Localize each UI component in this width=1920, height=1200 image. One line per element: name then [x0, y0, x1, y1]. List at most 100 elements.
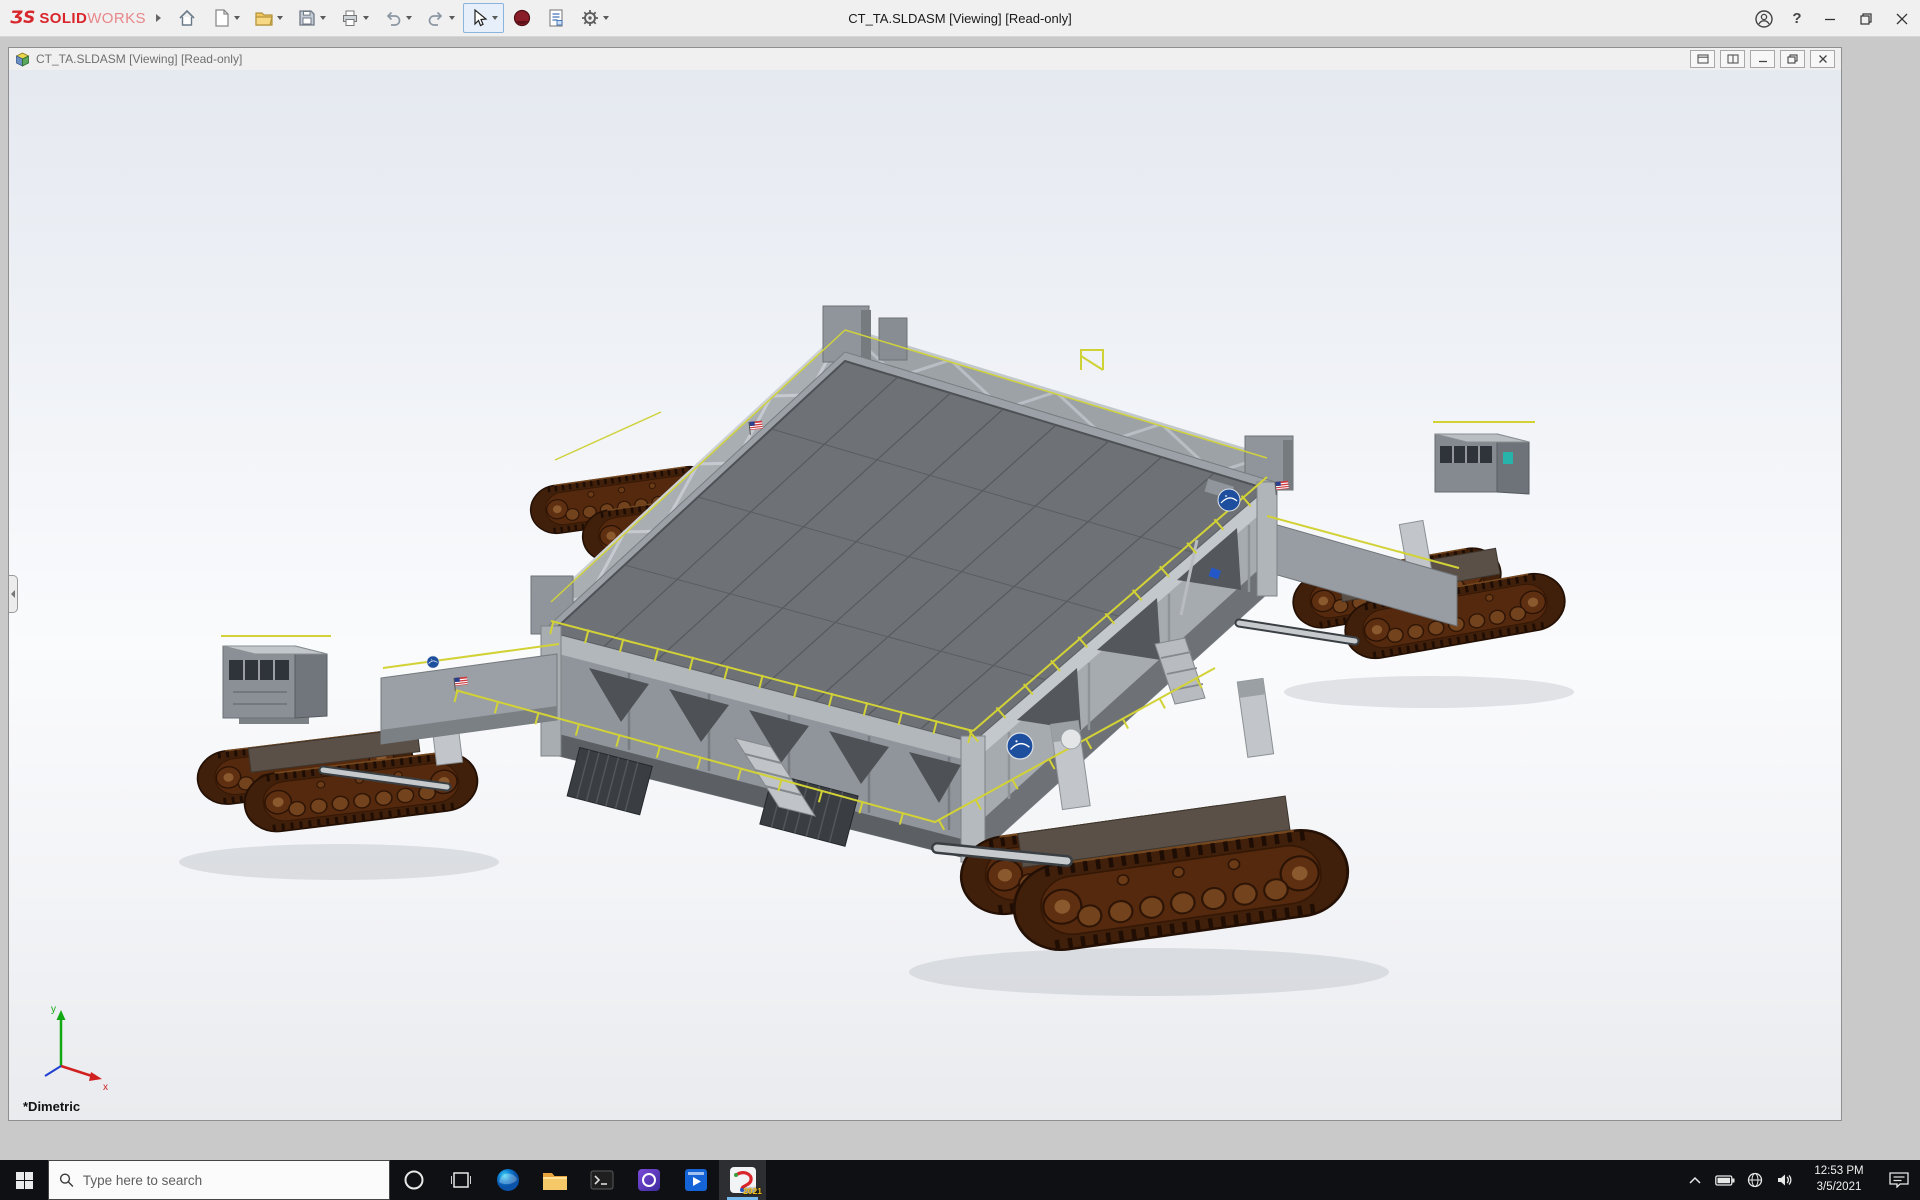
orientation-triad[interactable]: y x — [31, 998, 115, 1090]
ds-logo: ƷS — [10, 8, 35, 28]
network-globe-icon — [1747, 1172, 1763, 1188]
dropdown-arrow-icon[interactable] — [603, 16, 609, 20]
select-tool-button[interactable] — [463, 3, 504, 33]
app-icon-terminal[interactable] — [578, 1160, 625, 1200]
home-button[interactable] — [171, 3, 203, 33]
volume-control[interactable] — [1770, 1160, 1800, 1200]
dropdown-arrow-icon[interactable] — [406, 16, 412, 20]
doc-pane-button-2[interactable] — [1720, 50, 1745, 68]
dropdown-arrow-icon[interactable] — [277, 16, 283, 20]
dropdown-arrow-icon[interactable] — [234, 16, 240, 20]
pane-icon — [1697, 54, 1709, 64]
file-properties-button[interactable] — [540, 3, 572, 33]
clock-date: 3/5/2021 — [1817, 1180, 1862, 1196]
print-button[interactable] — [334, 3, 375, 33]
save-button[interactable] — [291, 3, 332, 33]
close-button[interactable] — [1884, 0, 1920, 37]
minimize-button[interactable] — [1812, 0, 1848, 37]
assembly-document-icon — [15, 52, 30, 67]
3d-viewport[interactable]: y x *Dimetric — [9, 70, 1841, 1120]
open-folder-icon — [254, 8, 274, 28]
close-icon — [1896, 13, 1908, 25]
gear-icon — [580, 8, 600, 28]
search-input[interactable] — [83, 1173, 379, 1188]
help-button[interactable]: ? — [1782, 0, 1812, 37]
3dexperience-button[interactable] — [506, 3, 538, 33]
triad-x-label: x — [103, 1082, 108, 1090]
windows-taskbar: 2021 12:53 PM 3/5/2021 — [0, 1160, 1920, 1200]
app-titlebar[interactable]: ƷS SOLIDWORKS — [0, 0, 1920, 37]
app-icon-media-player[interactable] — [625, 1160, 672, 1200]
document-window: CT_TA.SLDASM [Viewing] [Read-only] — [8, 47, 1842, 1121]
close-icon — [1818, 54, 1828, 64]
battery-icon — [1715, 1175, 1735, 1186]
workspace: CT_TA.SLDASM [Viewing] [Read-only] — [0, 37, 1920, 1160]
file-explorer-icon — [542, 1169, 568, 1191]
restore-icon — [1860, 13, 1872, 25]
model-left-cab[interactable] — [223, 646, 327, 724]
dropdown-arrow-icon[interactable] — [363, 16, 369, 20]
3dexperience-icon — [512, 8, 532, 28]
triad-y-label: y — [51, 1004, 56, 1015]
doc-minimize-button[interactable] — [1750, 50, 1775, 68]
new-document-button[interactable] — [205, 3, 246, 33]
panel-splitter-handle[interactable] — [9, 575, 18, 613]
file-properties-icon — [546, 8, 566, 28]
undo-button[interactable] — [377, 3, 418, 33]
action-center-button[interactable] — [1878, 1160, 1920, 1200]
doc-close-button[interactable] — [1810, 50, 1835, 68]
task-view-icon — [451, 1171, 471, 1189]
brand-solid: SOLID — [39, 10, 87, 27]
model-right-cab[interactable] — [1435, 434, 1529, 494]
window-controls: ? — [1746, 0, 1920, 37]
app-icon-solidworks[interactable]: 2021 — [719, 1160, 766, 1200]
account-button[interactable] — [1746, 0, 1782, 37]
taskbar-clock[interactable]: 12:53 PM 3/5/2021 — [1800, 1160, 1878, 1200]
battery-status[interactable] — [1710, 1160, 1740, 1200]
edge-icon — [495, 1167, 521, 1193]
taskbar-search[interactable] — [48, 1160, 390, 1200]
quick-access-toolbar — [171, 3, 615, 33]
doc-restore-button[interactable] — [1780, 50, 1805, 68]
system-tray: 12:53 PM 3/5/2021 — [1680, 1160, 1920, 1200]
solidworks-application: ƷS SOLIDWORKS — [0, 0, 1920, 1200]
dropdown-arrow-icon[interactable] — [320, 16, 326, 20]
restore-button[interactable] — [1848, 0, 1884, 37]
cortana-button[interactable] — [390, 1160, 437, 1200]
minimize-icon — [1824, 13, 1836, 25]
dropdown-arrow-icon[interactable] — [492, 16, 498, 20]
select-cursor-icon — [469, 8, 489, 28]
open-button[interactable] — [248, 3, 289, 33]
view-orientation-label: *Dimetric — [23, 1099, 80, 1114]
app-icon-edge[interactable] — [484, 1160, 531, 1200]
doc-pane-button-1[interactable] — [1690, 50, 1715, 68]
network-status[interactable] — [1740, 1160, 1770, 1200]
app-icon-video[interactable] — [672, 1160, 719, 1200]
document-title: CT_TA.SLDASM [Viewing] [Read-only] — [36, 52, 242, 66]
crawler-transporter-model[interactable] — [9, 70, 1841, 1120]
chevron-up-icon — [1689, 1176, 1701, 1184]
start-button[interactable] — [0, 1160, 48, 1200]
options-button[interactable] — [574, 3, 615, 33]
task-view-button[interactable] — [437, 1160, 484, 1200]
hidden-icons-button[interactable] — [1680, 1160, 1710, 1200]
clock-time: 12:53 PM — [1814, 1164, 1863, 1180]
search-icon — [59, 1172, 74, 1188]
restore-icon — [1787, 54, 1798, 64]
app-icon-file-explorer[interactable] — [531, 1160, 578, 1200]
collapse-arrow-icon — [11, 590, 15, 598]
redo-icon — [426, 8, 446, 28]
media-player-icon — [637, 1168, 661, 1192]
redo-button[interactable] — [420, 3, 461, 33]
cortana-icon — [403, 1169, 425, 1191]
minimize-icon — [1758, 54, 1768, 64]
new-document-icon — [211, 8, 231, 28]
solidworks-logo: ƷS SOLIDWORKS — [10, 8, 146, 28]
user-account-icon — [1754, 9, 1774, 29]
dropdown-arrow-icon[interactable] — [449, 16, 455, 20]
document-titlebar[interactable]: CT_TA.SLDASM [Viewing] [Read-only] — [9, 48, 1841, 70]
windows-logo-icon — [16, 1172, 33, 1189]
undo-icon — [383, 8, 403, 28]
solidworks-year-badge: 2021 — [743, 1186, 762, 1196]
menu-expand-arrow-icon[interactable] — [156, 14, 161, 22]
